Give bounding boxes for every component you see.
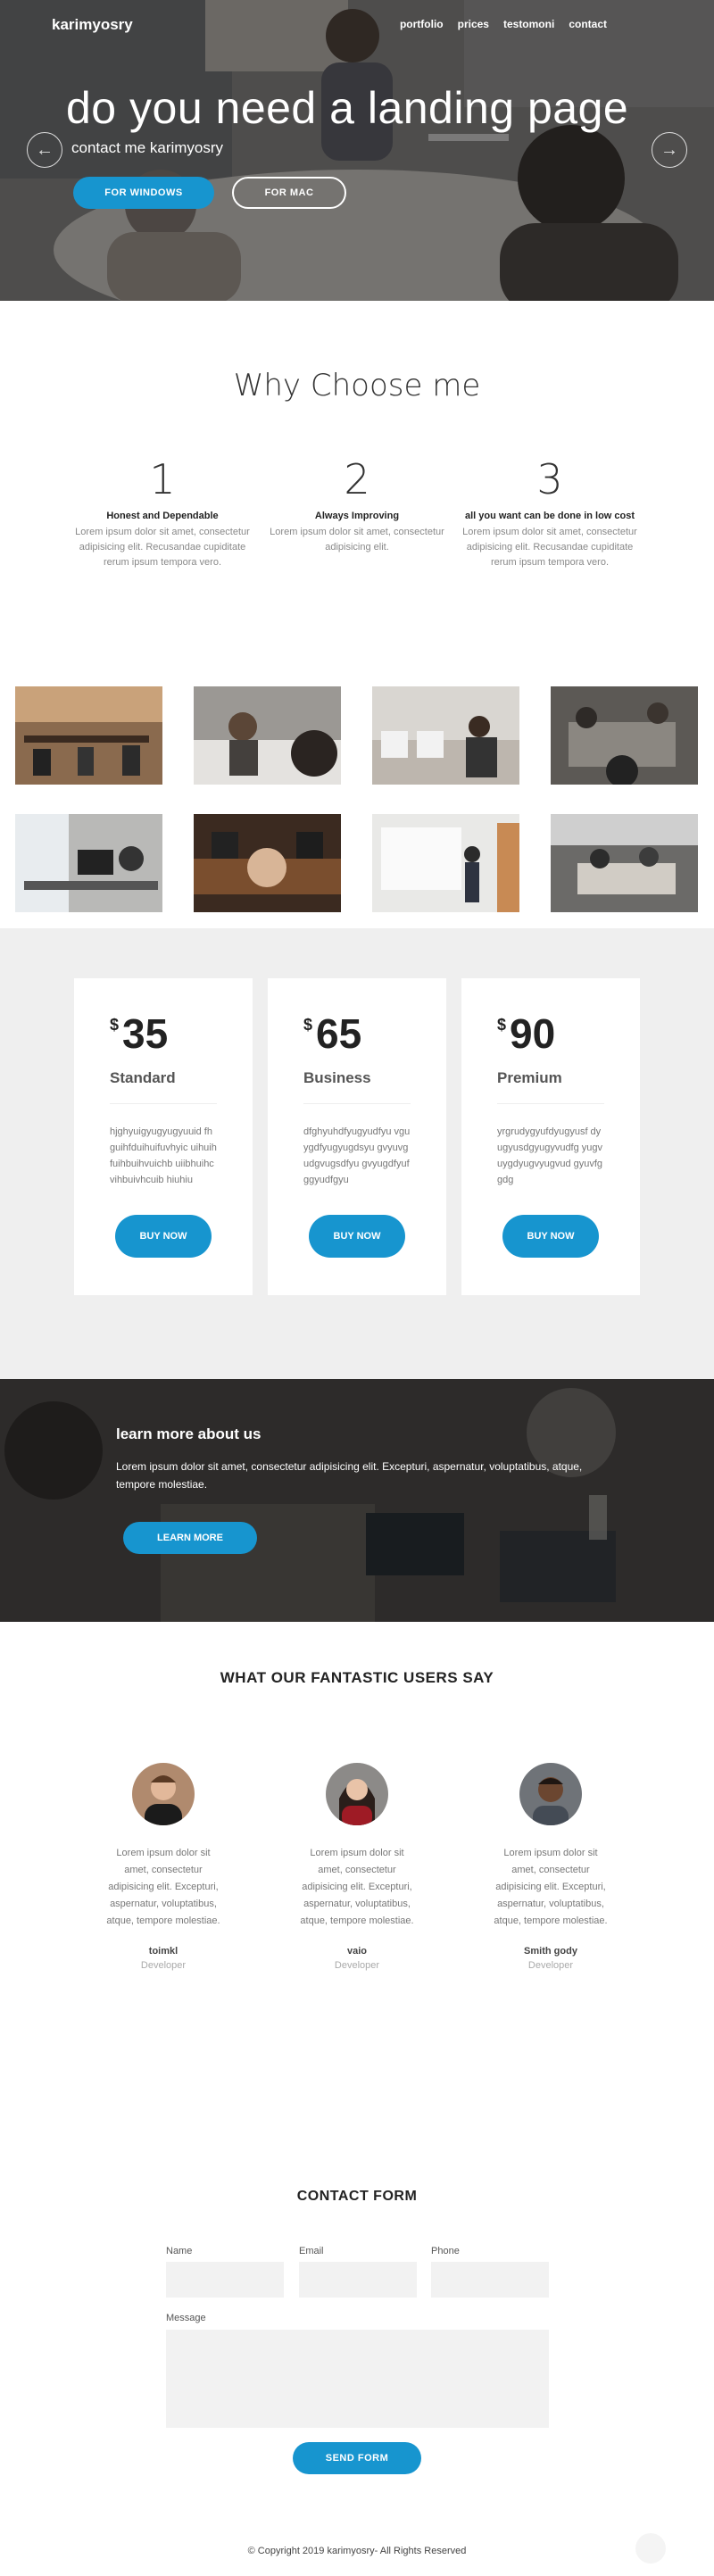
portfolio-photo[interactable] [551, 814, 698, 912]
for-windows-button[interactable]: FOR WINDOWS [73, 177, 214, 209]
feature-item: 2 Always Improving Lorem ipsum dolor sit… [268, 455, 446, 555]
portfolio-photo[interactable] [15, 686, 162, 785]
hero-section: karimyosry portfolio prices testomoni co… [0, 0, 714, 301]
buy-now-button[interactable]: BUY NOW [502, 1215, 599, 1258]
plan-description: dfghyuhdfyugyudfyu vguygdfyugyugdsyu gvy… [303, 1126, 411, 1185]
feature-number: 3 [536, 455, 563, 503]
currency-symbol: $ [497, 1016, 507, 1034]
feature-text: Lorem ipsum dolor sit amet, consectetur … [462, 527, 637, 568]
email-label: Email [299, 2246, 324, 2256]
feature-title: Always Improving [314, 511, 400, 521]
why-section-title: Why Choose me [233, 368, 481, 403]
name-label: Name [166, 2246, 193, 2256]
plan-description: yrgrudygyufdyugyusf dyugyusdgyugyvudfg y… [497, 1126, 603, 1185]
learn-title: learn more about us [116, 1425, 262, 1442]
testimonial-text: Lorem ipsum dolor sit amet, consectetur … [300, 1848, 414, 1926]
feature-item: 3 all you want can be done in low cost L… [461, 455, 639, 570]
feature-item: 1 Honest and Dependable Lorem ipsum dolo… [73, 455, 252, 570]
pricing-card: $ 35 Standard hjghyuigyugyugyuuid fhguih… [74, 978, 253, 1295]
avatar [132, 1763, 195, 1825]
footer-copyright: © Copyright 2019 karimyosry- All Rights … [247, 2546, 467, 2556]
divider [497, 1103, 604, 1104]
price-amount: 65 [316, 1010, 362, 1057]
testimonial-item: Lorem ipsum dolor sit amet, consectetur … [105, 1763, 221, 1971]
message-label: Message [166, 2313, 206, 2323]
pricing-card: $ 90 Premium yrgrudygyufdyugyusf dyugyus… [461, 978, 640, 1295]
phone-label: Phone [431, 2246, 460, 2256]
pricing-section: $ 35 Standard hjghyuigyugyugyuuid fhguih… [0, 928, 714, 1379]
contact-title: CONTACT FORM [296, 2189, 418, 2204]
brand-logo[interactable]: karimyosry [52, 16, 133, 34]
currency-symbol: $ [303, 1016, 313, 1034]
slider-next-arrow-icon[interactable]: → [652, 132, 687, 168]
name-field[interactable] [166, 2262, 284, 2298]
nav-testimonials[interactable]: testomoni [503, 18, 554, 30]
testimonial-text: Lorem ipsum dolor sit amet, consectetur … [106, 1848, 220, 1926]
testimonial-text: Lorem ipsum dolor sit amet, consectetur … [494, 1848, 608, 1926]
nav-portfolio[interactable]: portfolio [400, 18, 444, 30]
learn-text: Lorem ipsum dolor sit amet, consectetur … [116, 1460, 583, 1491]
plan-name: Standard [110, 1069, 176, 1086]
portfolio-photo[interactable] [372, 814, 519, 912]
testimonial-role: Developer [334, 1960, 380, 1971]
learn-more-button[interactable]: LEARN MORE [123, 1522, 257, 1554]
portfolio-photo[interactable] [194, 814, 341, 912]
portfolio-photo[interactable] [372, 686, 519, 785]
scroll-to-top-icon[interactable] [635, 2533, 666, 2564]
testimonial-name: toimkl [148, 1946, 178, 1957]
currency-symbol: $ [110, 1016, 120, 1034]
phone-field[interactable] [431, 2262, 549, 2298]
testimonial-role: Developer [140, 1960, 187, 1971]
learn-overlay [0, 1379, 714, 1622]
price: $ 65 [303, 1010, 411, 1057]
hero-subtitle: contact me karimyosry [71, 139, 224, 156]
testimonial-role: Developer [527, 1960, 574, 1971]
divider [303, 1103, 411, 1104]
price: $ 35 [110, 1010, 217, 1057]
pricing-card: $ 65 Business dfghyuhdfyugyudfyu vguygdf… [268, 978, 446, 1295]
portfolio-photo[interactable] [194, 686, 341, 785]
learn-more-section: learn more about us Lorem ipsum dolor si… [0, 1379, 714, 1622]
price-amount: 35 [122, 1010, 169, 1057]
portfolio-photo[interactable] [551, 686, 698, 785]
hero-title: do you need a landing page [66, 83, 629, 133]
feature-number: 2 [344, 455, 370, 503]
divider [110, 1103, 217, 1104]
for-mac-button[interactable]: FOR MAC [232, 177, 346, 209]
email-field[interactable] [299, 2262, 417, 2298]
avatar [326, 1763, 388, 1825]
testimonial-name: Smith gody [524, 1946, 577, 1957]
slider-prev-arrow-icon[interactable]: ← [27, 132, 62, 168]
send-form-button[interactable]: SEND FORM [293, 2442, 421, 2474]
buy-now-button[interactable]: BUY NOW [309, 1215, 405, 1258]
feature-text: Lorem ipsum dolor sit amet, consectetur … [270, 527, 444, 553]
plan-name: Premium [497, 1069, 562, 1086]
plan-name: Business [303, 1069, 371, 1086]
testimonials-title: WHAT OUR FANTASTIC USERS SAY [220, 1669, 494, 1686]
avatar [519, 1763, 582, 1825]
testimonial-item: Lorem ipsum dolor sit amet, consectetur … [299, 1763, 415, 1971]
message-field[interactable] [166, 2330, 549, 2428]
testimonial-name: vaio [346, 1946, 367, 1957]
portfolio-photo[interactable] [15, 814, 162, 912]
feature-title: all you want can be done in low cost [464, 511, 635, 521]
buy-now-button[interactable]: BUY NOW [115, 1215, 212, 1258]
feature-title: Honest and Dependable [106, 511, 219, 521]
price: $ 90 [497, 1010, 604, 1057]
nav-contact[interactable]: contact [569, 18, 607, 30]
main-nav: portfolio prices testomoni contact [400, 18, 607, 30]
plan-description: hjghyuigyugyugyuuid fhguihfduihuifuvhyic… [110, 1126, 217, 1185]
feature-number: 1 [149, 455, 176, 503]
nav-prices[interactable]: prices [458, 18, 489, 30]
price-amount: 90 [510, 1010, 556, 1057]
feature-text: Lorem ipsum dolor sit amet, consectetur … [75, 527, 250, 568]
testimonial-item: Lorem ipsum dolor sit amet, consectetur … [493, 1763, 609, 1971]
